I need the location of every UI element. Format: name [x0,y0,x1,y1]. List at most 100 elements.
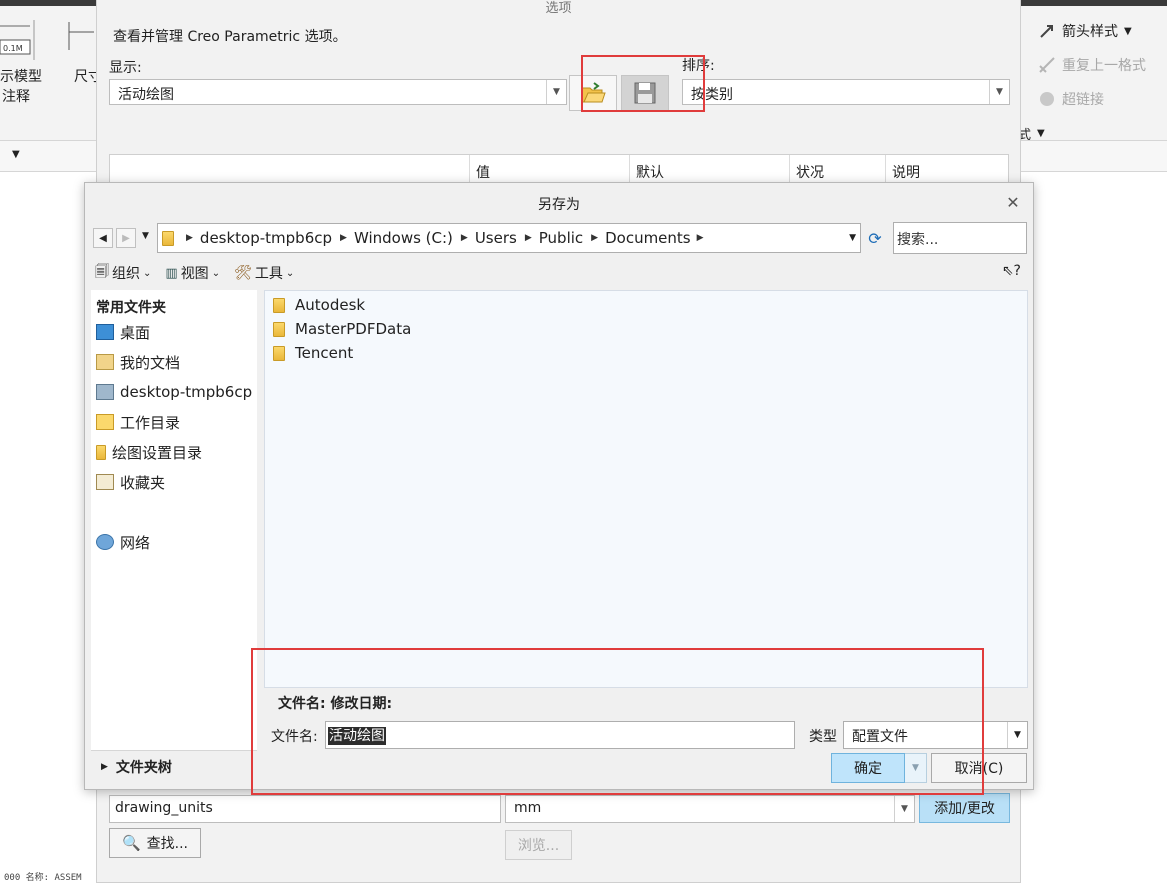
sidebar-item-desktop[interactable]: 桌面 [96,320,150,344]
annotation-label[interactable]: 注释 [2,86,30,106]
chevron-down-icon: ⌄ [143,267,152,279]
tools-label: 工具 [254,266,283,282]
options-table-header: 值 默认 状况 说明 [109,154,1009,185]
cancel-button[interactable]: 取消(C) [931,753,1027,783]
type-label: 类型 [809,729,837,745]
list-item[interactable]: Autodesk [273,294,365,316]
breadcrumb[interactable]: ▶ desktop-tmpb6cp [178,229,332,247]
folder-icon [273,321,285,337]
help-cursor-icon[interactable]: ⇖? [1002,263,1021,279]
open-folder-icon [581,82,606,103]
sidebar-item-label: 绘图设置目录 [112,443,203,462]
repeat-format-icon [1039,57,1055,73]
column-description[interactable]: 说明 [885,155,1009,185]
chevron-down-icon: ▼ [1007,722,1027,748]
sidebar-item-computer[interactable]: desktop-tmpb6cp [96,380,252,404]
arrow-style-label: 箭头样式 [1062,24,1118,40]
view-menu[interactable]: ▥ 视图 ⌄ [165,263,220,283]
save-icon [634,82,656,104]
find-button[interactable]: 🔍 查找... [109,828,201,858]
show-dropdown[interactable]: 活动绘图 ▼ [109,79,567,105]
chevron-down-icon: ▼ [989,80,1009,104]
folder-tree-toggle[interactable]: ▶ 文件夹树 [91,750,257,782]
sidebar-item-label: desktop-tmpb6cp [120,383,253,401]
sidebar-item-label: 工作目录 [120,413,181,432]
show-model-annotation-label[interactable]: 示模型 [0,66,42,86]
breadcrumb[interactable]: ▶ Documents ▶ [583,229,710,247]
folder-icon [162,230,174,246]
breadcrumb[interactable]: ▶ Public [517,229,583,247]
breadcrumb[interactable]: ▶ Users [453,229,517,247]
filename-value: 活动绘图 [328,727,386,745]
type-dropdown[interactable]: 配置文件 ▼ [843,721,1028,749]
sidebar-item-my-documents[interactable]: 我的文档 [96,350,180,374]
close-icon[interactable]: ✕ [1003,192,1023,212]
option-value-dropdown[interactable]: mm ▼ [505,795,915,823]
sidebar-item-network[interactable]: 网络 [96,530,150,554]
search-input[interactable]: 搜索... [893,222,1027,254]
column-value[interactable]: 值 [469,155,629,185]
chevron-down-icon[interactable]: ▼ [905,753,927,783]
address-bar[interactable]: ▶ desktop-tmpb6cp ▶ Windows (C:) ▶ Users ▶ P… [157,223,861,253]
chevron-down-icon[interactable]: ▼ [12,149,20,160]
sort-dropdown[interactable]: 按类别 ▼ [682,79,1010,105]
file-name: MasterPDFData [295,320,412,338]
back-arrow-icon[interactable]: ◀ [93,228,113,248]
add-change-button[interactable]: 添加/更改 [919,793,1010,823]
ok-button[interactable]: 确定 [831,753,905,783]
file-name: Tencent [295,344,354,362]
hyperlink-icon [1040,92,1054,106]
breadcrumb[interactable]: ▶ Windows (C:) [332,229,453,247]
open-config-button[interactable] [569,75,617,111]
option-name-input[interactable]: drawing_units [109,795,501,823]
model-annotation-icon[interactable]: 0.1M [0,20,36,60]
documents-icon [96,354,114,370]
refresh-icon[interactable]: ⟳ [863,225,887,251]
chevron-down-icon: ▼ [546,80,566,104]
save-config-button[interactable] [621,75,669,111]
folder-icon [273,345,285,361]
column-default[interactable]: 默认 [629,155,789,185]
repeat-format-button[interactable]: 重复上一格式 [1038,54,1146,76]
chevron-down-icon: ⌄ [285,267,295,279]
working-dir-icon [96,414,114,430]
view-label: 视图 [180,266,209,282]
arrow-style-icon [1040,25,1053,38]
forward-arrow-icon[interactable]: ▶ [116,228,136,248]
breadcrumb-computer[interactable]: desktop-tmpb6cp [200,229,332,247]
status-bar-text: 000 名称: ASSEM [4,873,82,883]
chevron-down-icon: ▼ [1037,127,1045,139]
view-icon: ▥ [165,265,178,281]
breadcrumb-documents[interactable]: Documents [605,229,691,247]
list-item[interactable]: Tencent [273,342,353,364]
tools-menu[interactable]: 🛠 工具 ⌄ [234,263,294,283]
arrow-style-button[interactable]: 箭头样式 ▼ [1038,20,1132,42]
chevron-down-icon: ▼ [1124,25,1132,37]
computer-icon [96,384,114,400]
ok-split-button: 确定 ▼ [831,753,927,783]
organize-menu[interactable]: 🗐 组织 ⌄ [95,261,151,285]
breadcrumb-public[interactable]: Public [539,229,583,247]
organize-icon: 🗐 [95,264,109,280]
dimension-icon[interactable] [66,20,96,52]
browse-button[interactable]: 浏览... [505,830,572,860]
column-status[interactable]: 状况 [789,155,885,185]
sidebar-item-drawing-setup-dir[interactable]: 绘图设置目录 [96,440,202,464]
breadcrumb-drive[interactable]: Windows (C:) [354,229,453,247]
recent-locations-chevron-icon[interactable]: ▼ [142,231,149,241]
filename-input[interactable]: 活动绘图 [325,721,795,749]
breadcrumb-users[interactable]: Users [475,229,517,247]
save-as-dialog: 另存为 ✕ ◀ ▶ ▼ ▶ desktop-tmpb6cp ▶ Windows (C… [84,182,1034,790]
address-dropdown-icon[interactable]: ▼ [849,233,856,243]
file-name: Autodesk [295,296,366,314]
favorites-header: 常用文件夹 [96,300,166,316]
file-list[interactable]: Autodesk MasterPDFData Tencent [264,290,1028,688]
sidebar-item-favorites[interactable]: 收藏夹 [96,470,165,494]
sidebar-item-working-directory[interactable]: 工作目录 [96,410,180,434]
tools-icon: 🛠 [234,265,252,281]
folder-tree-label: 文件夹树 [115,759,172,776]
save-as-title: 另存为 [538,197,580,213]
show-dropdown-value: 活动绘图 [118,87,174,103]
hyperlink-button[interactable]: 超链接 [1038,88,1104,110]
list-item[interactable]: MasterPDFData [273,318,411,340]
